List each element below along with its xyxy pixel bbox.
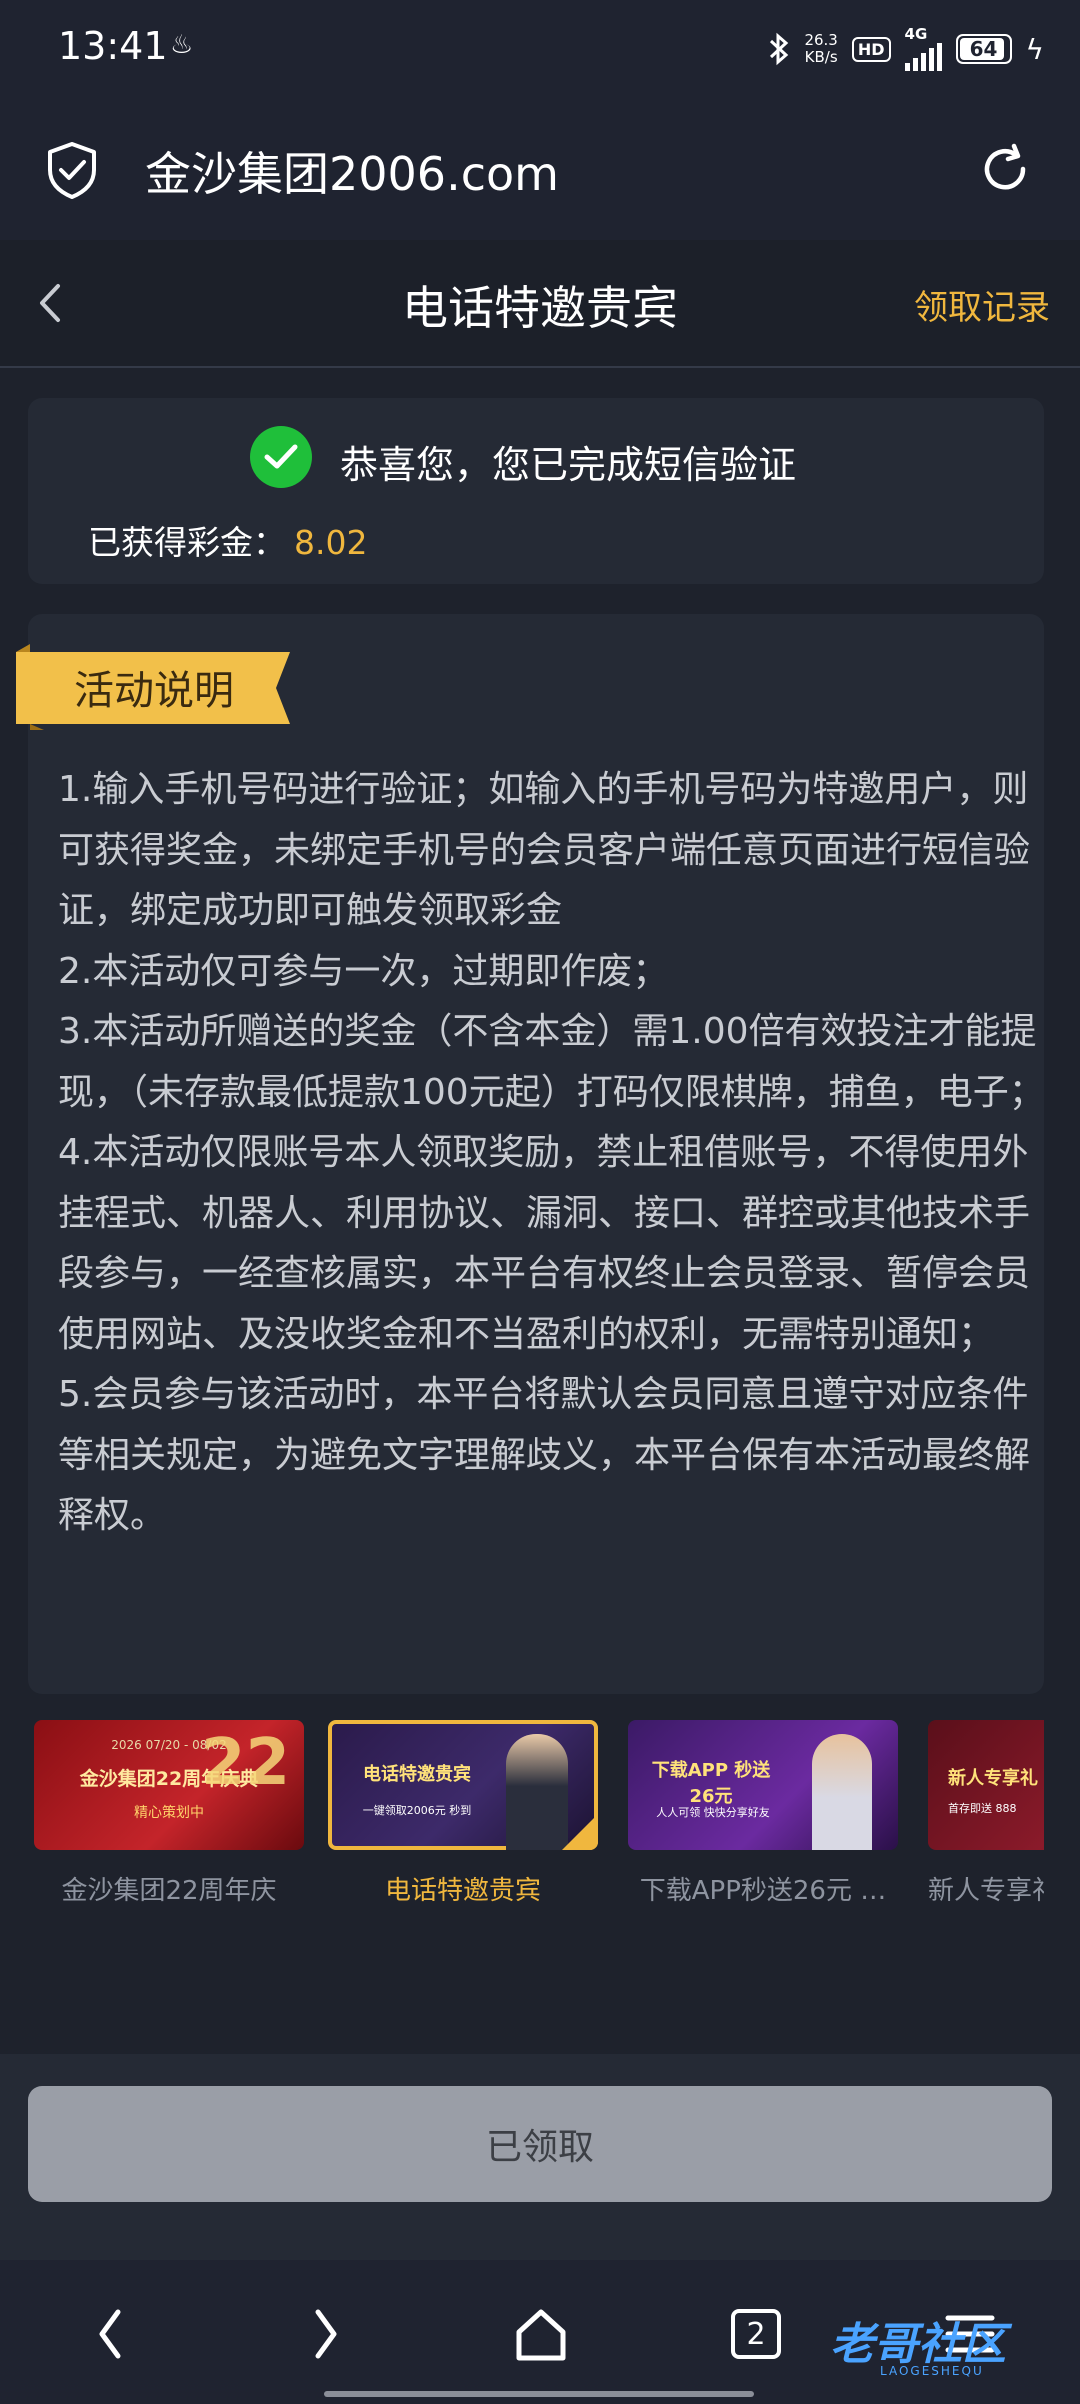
home-indicator <box>324 2391 754 2397</box>
promo-banner-image: 2026 07/20 - 08/02 金沙集团22周年庆典 精心策划中 22 <box>34 1720 304 1850</box>
activity-rules: 1.输入手机号码进行验证；如输入的手机号码为特邀用户，则可获得奖金，未绑定手机号… <box>58 760 1048 1547</box>
charging-icon: ϟ <box>1025 32 1044 66</box>
nav-home-button[interactable] <box>506 2302 576 2366</box>
promo-banner-image: 新人专享礼 首存即送 888 <box>928 1720 1044 1850</box>
nav-tabs-button[interactable]: 2 <box>726 2302 786 2366</box>
promo-label: 下载APP秒送26元 … <box>639 1876 887 1906</box>
tab-count: 2 <box>731 2309 781 2359</box>
activity-description-card: 活动说明 1.输入手机号码进行验证；如输入的手机号码为特邀用户，则可获得奖金，未… <box>16 614 1045 1694</box>
reload-icon[interactable] <box>976 140 1034 198</box>
bonus-value: 8.02 <box>294 523 368 562</box>
rule-item: 1.输入手机号码进行验证；如输入的手机号码为特邀用户，则可获得奖金，未绑定手机号… <box>58 769 1031 931</box>
promo-label: 电话特邀贵宾 <box>384 1876 541 1906</box>
bonus-label: 已获得彩金： <box>88 523 286 562</box>
home-icon <box>516 2309 566 2361</box>
promo-banner-image: 下载APP 秒送26元 人人可领 快快分享好友 <box>628 1720 898 1850</box>
watermark-subtitle: LAOGESHEQU <box>880 2364 984 2378</box>
promo-banner-image: 电话特邀贵宾 一键领取2006元 秒到 <box>328 1720 598 1850</box>
nav-forward-button[interactable] <box>296 2302 356 2366</box>
signal-icon: 4G <box>904 27 942 71</box>
verification-success-card: 恭喜您，您已完成短信验证 已获得彩金： 8.02 <box>28 398 1044 584</box>
status-time: 13:41 <box>58 24 168 68</box>
promo-download-app[interactable]: 下载APP 秒送26元 人人可领 快快分享好友 下载APP秒送26元 … <box>628 1720 898 1907</box>
shield-check-icon[interactable] <box>44 140 100 200</box>
bluetooth-icon <box>770 32 789 66</box>
browser-url-bar: 金沙集团2006.com <box>0 100 1080 240</box>
check-circle-icon <box>250 426 312 488</box>
promo-anniversary[interactable]: 2026 07/20 - 08/02 金沙集团22周年庆典 精心策划中 22 金… <box>34 1720 304 1907</box>
nav-back-button[interactable] <box>80 2302 140 2366</box>
hd-icon: HD <box>851 36 891 62</box>
chevron-left-icon <box>99 2309 121 2359</box>
watermark-logo: 老哥社区 <box>830 2319 1006 2370</box>
promo-newcomer[interactable]: 新人专享礼 首存即送 888 新人专享礼 <box>928 1720 1044 1907</box>
network-speed: 26.3 KB/s <box>804 31 838 66</box>
claimed-button[interactable]: 已领取 <box>28 2086 1052 2202</box>
success-message: 恭喜您，您已完成短信验证 <box>340 443 797 487</box>
rule-item: 4.本活动仅限账号本人领取奖励，禁止租借账号，不得使用外挂程式、机器人、利用协议… <box>58 1132 1031 1355</box>
status-bar: 13:41 ♨ 26.3 KB/s HD 4G 64 ϟ <box>0 0 1080 100</box>
bonus-row: 已获得彩金： 8.02 <box>88 516 367 564</box>
promo-label: 金沙集团22周年庆 <box>61 1876 277 1906</box>
rule-item: 3.本活动所赠送的奖金（不含本金）需1.00倍有效投注才能提现，（未存款最低提款… <box>58 1011 1045 1113</box>
notification-icon: ♨ <box>170 30 194 60</box>
url-text[interactable]: 金沙集团2006.com <box>145 138 559 204</box>
bottom-action-area: 已领取 <box>0 2054 1080 2260</box>
promo-label: 新人专享礼 <box>928 1876 1044 1906</box>
browser-nav-bar: 2 老哥社区 LAOGESHEQU <box>0 2260 1080 2404</box>
promo-carousel[interactable]: 2026 07/20 - 08/02 金沙集团22周年庆典 精心策划中 22 金… <box>28 1720 1044 1920</box>
rule-item: 2.本活动仅可参与一次，过期即作废； <box>58 950 669 992</box>
claim-record-link[interactable]: 领取记录 <box>914 280 1050 329</box>
activity-title: 活动说明 <box>74 668 234 714</box>
page-header: 电话特邀贵宾 领取记录 <box>0 240 1080 368</box>
battery-icon: 64 <box>955 34 1012 64</box>
promo-vip-invite[interactable]: 电话特邀贵宾 一键领取2006元 秒到 电话特邀贵宾 <box>328 1720 598 1907</box>
rule-item: 5.会员参与该活动时，本平台将默认会员同意且遵守对应条件等相关规定，为避免文字理… <box>58 1374 1031 1536</box>
status-icons: 26.3 KB/s HD 4G 64 ϟ <box>768 26 1044 72</box>
chevron-right-icon <box>315 2309 337 2359</box>
